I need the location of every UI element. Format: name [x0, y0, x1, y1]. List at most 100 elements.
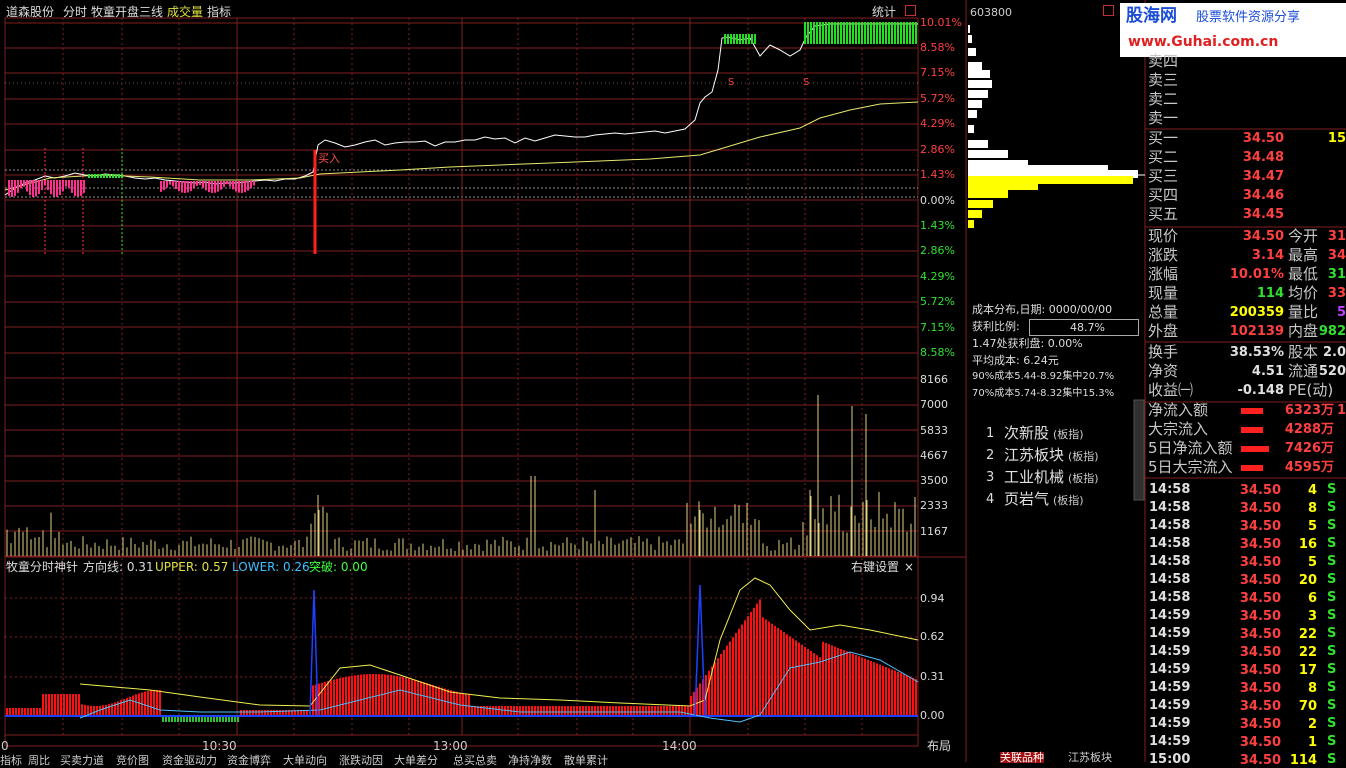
quote-label: 今开 [1288, 227, 1319, 245]
sector-scrollbar[interactable] [1133, 399, 1145, 501]
indicator-bar [552, 706, 554, 716]
indicator-bar [336, 678, 338, 716]
time-label-1030: 10:30 [202, 739, 237, 753]
indicator-bar [429, 684, 431, 716]
indicator-bar [471, 706, 473, 716]
early-bar [250, 181, 252, 189]
close-indicator-icon[interactable]: × [904, 561, 914, 573]
indicator-bar [597, 706, 599, 716]
indicator-bar [831, 645, 833, 716]
bottom-tab[interactable]: 大单动向 [283, 752, 327, 768]
stats-button[interactable]: 统计 [872, 6, 896, 18]
volume-axis-label: 2333 [920, 499, 948, 512]
sector-number: 4 [986, 492, 995, 507]
time-label-1300: 13:00 [433, 739, 468, 753]
limit-up-bar [748, 34, 750, 44]
layout-button[interactable]: 布局 [927, 740, 951, 752]
intraday-chart[interactable]: SS [0, 0, 1346, 762]
tick-time: 14:59 [1149, 698, 1191, 713]
bottom-tab[interactable]: 指标 [0, 752, 22, 768]
footer-tab-sector[interactable]: 江苏板块 [1068, 752, 1112, 763]
flow-bar [1241, 465, 1263, 471]
early-bar [47, 180, 49, 191]
tick-side: S [1327, 680, 1337, 695]
indicator-bar [339, 678, 341, 716]
early-bar [238, 181, 240, 193]
footer-tab-related[interactable]: 关联品种 [1000, 752, 1044, 763]
sell-level-label: 卖二 [1148, 90, 1179, 108]
flow-value: 4595万 [1284, 460, 1334, 475]
quote-label: 涨跌 [1148, 246, 1179, 264]
bottom-tab[interactable]: 大单差分 [394, 752, 438, 768]
indicator-bar [708, 670, 710, 716]
early-bar [241, 181, 243, 193]
indicator-bar [606, 706, 608, 716]
bottom-tab[interactable]: 资金驱动力 [162, 752, 217, 768]
early-bar [50, 180, 52, 195]
chip-bar [968, 110, 977, 118]
tick-time: 14:59 [1149, 734, 1191, 749]
quote-value: 31 [1327, 229, 1346, 244]
early-green-bar [91, 174, 93, 178]
guhai-logo: 股海网 股票软件资源分享 www.Guhai.com.cn [1120, 3, 1346, 57]
tick-side: S [1327, 644, 1337, 659]
early-bar [23, 180, 25, 187]
bottom-tab[interactable]: 资金博弈 [227, 752, 271, 768]
quote-label: 最高 [1288, 246, 1319, 264]
volume-axis-label: 4667 [920, 449, 948, 462]
indicator-bar [645, 706, 647, 716]
early-bar [184, 181, 186, 193]
panel-toggle-icon[interactable] [905, 5, 916, 16]
tick-time: 15:00 [1149, 752, 1191, 767]
bottom-tab[interactable]: 周比 [28, 752, 50, 768]
quote-value: 5 [1336, 305, 1346, 320]
limit-up-bar [819, 22, 821, 44]
indicator-bar [840, 649, 842, 716]
bottom-tab[interactable]: 涨跌动因 [339, 752, 383, 768]
indicator-bar [732, 637, 734, 716]
bottom-tab[interactable]: 净持净数 [508, 752, 552, 768]
indicator-bar [795, 640, 797, 716]
buy-marker: 买入 [318, 152, 340, 165]
early-bar [62, 180, 64, 192]
bottom-tab[interactable]: 散单累计 [564, 752, 608, 768]
indicator-bar [144, 691, 146, 716]
indicator-bar [612, 706, 614, 716]
indicator-bar [801, 644, 803, 716]
tick-volume: 8 [1307, 501, 1317, 516]
indicator-bar [63, 694, 65, 716]
chip-toggle-icon[interactable] [1103, 5, 1114, 16]
volume-toggle[interactable]: 成交量 [167, 6, 203, 18]
settings-button[interactable]: 右键设置 [851, 561, 899, 573]
sector-tag: (板指) [1068, 450, 1099, 463]
early-bar [247, 181, 249, 191]
early-bar [166, 181, 168, 188]
tick-side: S [1327, 482, 1337, 497]
early-bar [193, 181, 195, 189]
lower-value: LOWER: 0.26 [232, 560, 310, 574]
indicator-title[interactable]: 牧童开盘三线 [91, 6, 163, 18]
tick-volume: 22 [1298, 627, 1317, 642]
tick-price: 34.50 [1239, 555, 1281, 570]
chip-date: 成本分布,日期: 0000/00/00 [972, 303, 1113, 316]
bottom-tab[interactable]: 竞价图 [116, 752, 149, 768]
early-green-bar [94, 174, 96, 178]
price-axis-label-down: 8.58% [920, 346, 955, 359]
early-bar [71, 180, 73, 193]
tick-side: S [1327, 608, 1337, 623]
mode-label[interactable]: 分时 [63, 6, 87, 18]
early-bar [160, 181, 162, 192]
indicator-bar [135, 694, 137, 716]
indicator-bar [681, 706, 683, 716]
chip-bar [968, 90, 988, 98]
early-bar [163, 181, 165, 191]
indicator-bar [363, 674, 365, 716]
limit-up-bar [816, 22, 818, 44]
buy-level-label: 买四 [1148, 186, 1179, 204]
bottom-tab[interactable]: 总买总卖 [453, 752, 497, 768]
bottom-tab[interactable]: 买卖力道 [60, 752, 104, 768]
indicator-bar [159, 690, 161, 716]
indicator-bar [687, 706, 689, 716]
index-toggle[interactable]: 指标 [207, 6, 231, 18]
quote-label: 现量 [1148, 284, 1179, 302]
